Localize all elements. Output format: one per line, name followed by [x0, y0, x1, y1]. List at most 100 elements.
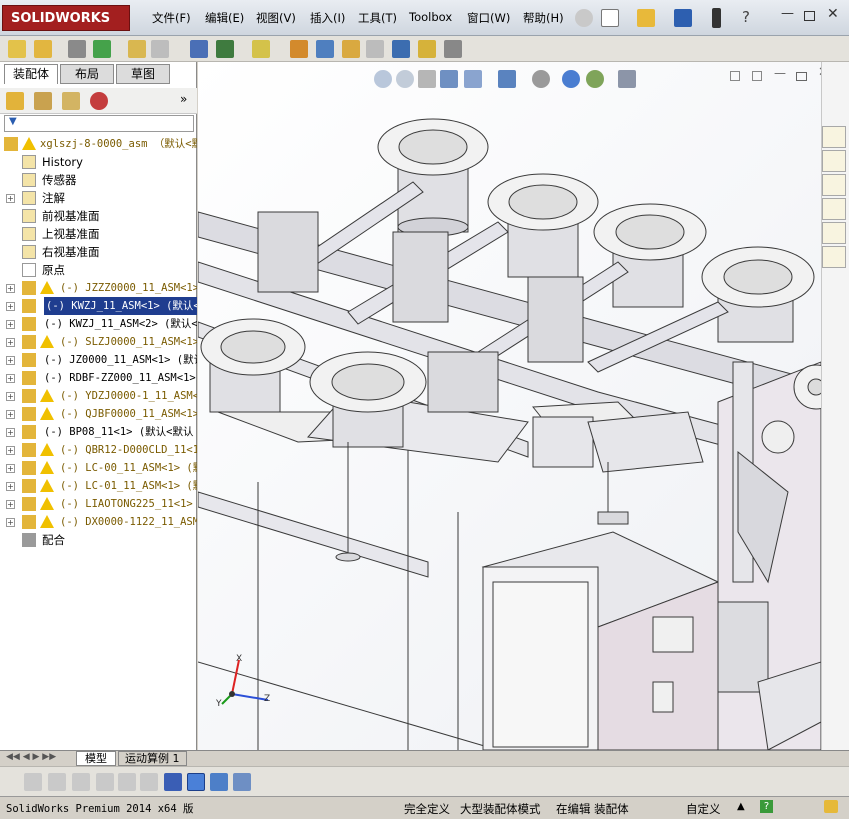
- menu-toolbox[interactable]: Toolbox: [409, 10, 452, 24]
- expand-toggle-icon[interactable]: +: [6, 284, 15, 293]
- curvature-icon[interactable]: [140, 773, 158, 791]
- tree-filter-input[interactable]: ▼: [4, 115, 194, 132]
- expand-toggle-icon[interactable]: +: [6, 392, 15, 401]
- custom-properties-icon[interactable]: [822, 246, 846, 268]
- graphics-viewport[interactable]: — ✕: [198, 62, 821, 750]
- expand-toggle-icon[interactable]: +: [6, 302, 15, 311]
- tree-item[interactable]: + (-) JZ0000_11_ASM<1> (默认: [0, 351, 197, 369]
- tree-item[interactable]: + (-) DX0000-1122_11_ASM<: [0, 513, 197, 531]
- configuration-manager-tab-icon[interactable]: [62, 92, 80, 110]
- minimize-window-button[interactable]: —: [781, 6, 794, 21]
- move-component-icon[interactable]: [151, 40, 169, 58]
- tab-model[interactable]: 模型: [76, 751, 116, 766]
- expand-toggle-icon[interactable]: +: [6, 374, 15, 383]
- hidden-lines-icon[interactable]: [48, 773, 66, 791]
- assembly-icon[interactable]: [8, 40, 26, 58]
- expand-toggle-icon[interactable]: +: [6, 446, 15, 455]
- tree-item[interactable]: 传感器: [0, 171, 197, 189]
- expand-toggle-icon[interactable]: +: [6, 320, 15, 329]
- expand-toggle-icon[interactable]: +: [6, 518, 15, 527]
- menu-window[interactable]: 窗口(W): [467, 10, 510, 26]
- tree-item[interactable]: 原点: [0, 261, 197, 279]
- linear-pattern-icon[interactable]: [93, 40, 111, 58]
- explode-line-sketch-icon[interactable]: [366, 40, 384, 58]
- pin-icon[interactable]: [575, 9, 593, 27]
- expand-toggle-icon[interactable]: +: [6, 338, 15, 347]
- wireframe-icon[interactable]: [72, 773, 90, 791]
- tab-motion-study[interactable]: 运动算例 1: [118, 751, 187, 766]
- tree-item[interactable]: + (-) LC-00_11_ASM<1> (默: [0, 459, 197, 477]
- interference-detection-icon[interactable]: [392, 40, 410, 58]
- insert-component-icon[interactable]: [34, 40, 52, 58]
- tab-sketch[interactable]: 草图: [116, 64, 170, 84]
- speedpak-icon[interactable]: [444, 40, 462, 58]
- tree-item[interactable]: History: [0, 153, 197, 171]
- units-dropdown-icon[interactable]: ▲: [737, 801, 745, 812]
- mate-icon[interactable]: [68, 40, 86, 58]
- expand-toggle-icon[interactable]: +: [6, 194, 15, 203]
- feature-manager-tab-icon[interactable]: [6, 92, 24, 110]
- view-palette-icon[interactable]: [822, 198, 846, 220]
- triad-icon[interactable]: [164, 773, 182, 791]
- tree-item[interactable]: 配合: [0, 531, 197, 549]
- exploded-view-icon[interactable]: [342, 40, 360, 58]
- menu-help[interactable]: 帮助(H): [523, 10, 564, 26]
- expand-toggle-icon[interactable]: +: [6, 428, 15, 437]
- tree-item[interactable]: 右视基准面: [0, 243, 197, 261]
- tree-item[interactable]: + (-) RDBF-ZZ000_11_ASM<1>: [0, 369, 197, 387]
- expand-toggle-icon[interactable]: +: [6, 500, 15, 509]
- design-library-icon[interactable]: [822, 150, 846, 172]
- display-manager-tab-icon[interactable]: [90, 92, 108, 110]
- appearances-icon[interactable]: [822, 222, 846, 244]
- tree-item[interactable]: + (-) LIAOTONG225_11<1>: [0, 495, 197, 513]
- tree-item[interactable]: + (-) KWZJ_11_ASM<1> (默认<: [0, 297, 197, 315]
- save-icon[interactable]: [674, 9, 692, 27]
- tree-item[interactable]: 前视基准面: [0, 207, 197, 225]
- close-window-button[interactable]: ✕: [827, 6, 839, 22]
- tree-item[interactable]: + (-) JZZZ0000_11_ASM<1>: [0, 279, 197, 297]
- menu-file[interactable]: 文件(F): [152, 10, 191, 26]
- status-units-custom[interactable]: 自定义: [686, 801, 721, 817]
- tree-item[interactable]: + (-) LC-01_11_ASM<1> (默: [0, 477, 197, 495]
- tab-layout[interactable]: 布局: [60, 64, 114, 84]
- menu-tools[interactable]: 工具(T): [358, 10, 397, 26]
- smart-fasteners-icon[interactable]: [128, 40, 146, 58]
- tab-assembly[interactable]: 装配体: [4, 64, 58, 84]
- perspective-icon[interactable]: [118, 773, 136, 791]
- tree-item[interactable]: + (-) QJBF0000_11_ASM<1>: [0, 405, 197, 423]
- restore-window-button[interactable]: [804, 11, 815, 21]
- new-document-icon[interactable]: [601, 9, 619, 27]
- expand-toggle-icon[interactable]: +: [6, 356, 15, 365]
- instant3d-icon[interactable]: [418, 40, 436, 58]
- normal-to-icon[interactable]: [233, 773, 251, 791]
- file-explorer-icon[interactable]: [822, 174, 846, 196]
- solidworks-resources-icon[interactable]: [822, 126, 846, 148]
- view-selector-icon[interactable]: [210, 773, 228, 791]
- assembly-features-icon[interactable]: [216, 40, 234, 58]
- open-folder-icon[interactable]: [637, 9, 655, 27]
- menu-view[interactable]: 视图(V): [256, 10, 296, 26]
- tree-item[interactable]: + (-) BP08_11<1> (默认<默认: [0, 423, 197, 441]
- tab-scroll-arrows[interactable]: ◀◀ ◀ ▶ ▶▶: [6, 752, 56, 762]
- expand-tabs-icon[interactable]: »: [180, 92, 187, 106]
- traffic-light-icon[interactable]: [712, 8, 721, 28]
- draft-quality-icon[interactable]: [96, 773, 114, 791]
- expand-toggle-icon[interactable]: +: [6, 464, 15, 473]
- tag-icon[interactable]: [824, 800, 838, 813]
- reference-geometry-icon[interactable]: [252, 40, 270, 58]
- shaded-icon[interactable]: [24, 773, 42, 791]
- tree-item[interactable]: + 注解: [0, 189, 197, 207]
- tree-item[interactable]: + (-) QBR12-D000CLD_11<1>: [0, 441, 197, 459]
- tree-item[interactable]: 上视基准面: [0, 225, 197, 243]
- tree-item[interactable]: + (-) YDZJ0000-1_11_ASM<1: [0, 387, 197, 405]
- new-motion-study-icon[interactable]: [290, 40, 308, 58]
- property-manager-tab-icon[interactable]: [34, 92, 52, 110]
- expand-toggle-icon[interactable]: +: [6, 482, 15, 491]
- show-hidden-icon[interactable]: [190, 40, 208, 58]
- help-icon[interactable]: ?: [742, 8, 750, 26]
- bill-of-materials-icon[interactable]: [316, 40, 334, 58]
- menu-edit[interactable]: 编辑(E): [205, 10, 244, 26]
- expand-toggle-icon[interactable]: +: [6, 410, 15, 419]
- tree-item[interactable]: + (-) KWZJ_11_ASM<2> (默认<: [0, 315, 197, 333]
- tree-root-assembly[interactable]: xglszj-8-0000_asm （默认<默: [0, 135, 197, 153]
